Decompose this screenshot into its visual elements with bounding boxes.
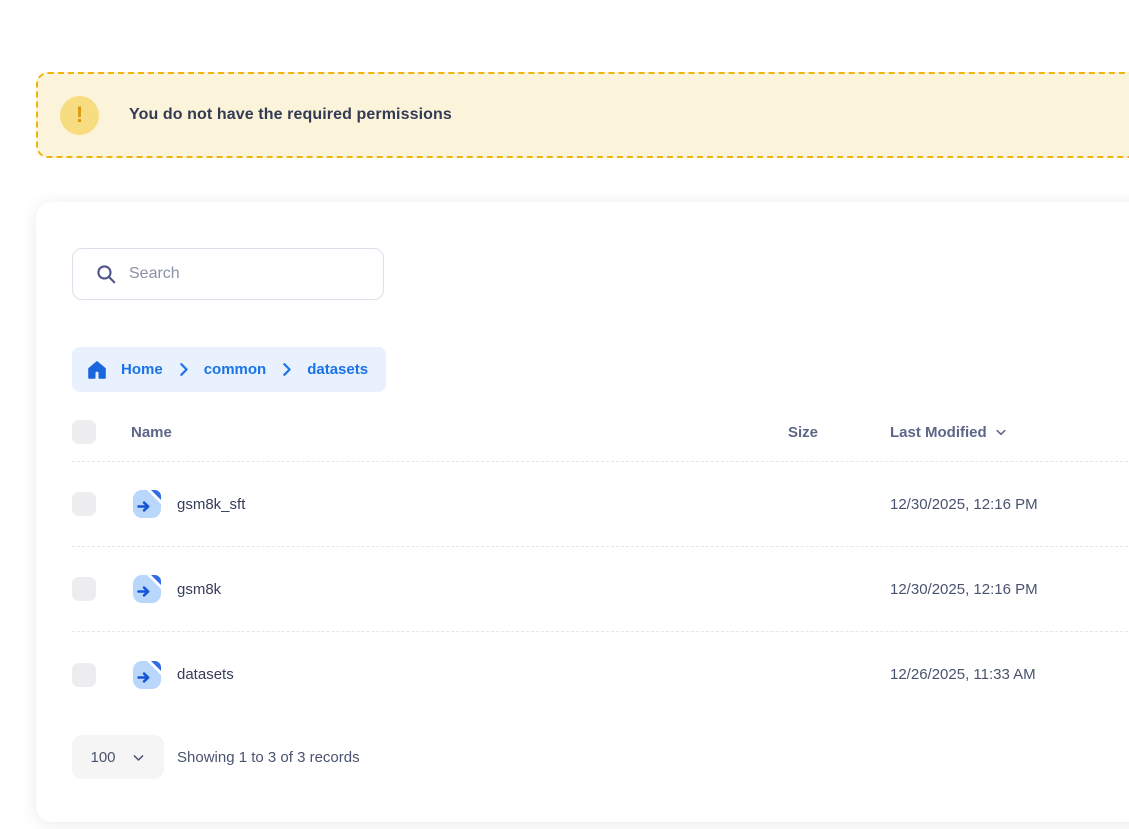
file-browser-card: Home common datasets Name Size Last Modi… [36,202,1129,822]
search-box[interactable] [72,248,384,300]
chevron-right-icon [279,362,294,377]
permission-warning-banner: ! You do not have the required permissio… [36,72,1129,158]
breadcrumb-item-datasets[interactable]: datasets [307,361,368,378]
search-input[interactable] [129,265,349,283]
pagination-bar: 100 Showing 1 to 3 of 3 records [72,735,1129,779]
breadcrumb-item-home[interactable]: Home [121,361,163,378]
column-header-size: Size [788,424,890,441]
records-summary: Showing 1 to 3 of 3 records [177,749,360,766]
page-size-value: 100 [90,749,115,766]
file-last-modified: 12/30/2025, 12:16 PM [890,496,1129,513]
column-header-last-modified[interactable]: Last Modified [890,424,1129,441]
file-name: gsm8k_sft [177,496,245,513]
row-checkbox[interactable] [72,663,96,687]
table-row[interactable]: gsm8k_sft 12/30/2025, 12:16 PM [72,462,1129,547]
file-last-modified: 12/30/2025, 12:16 PM [890,581,1129,598]
file-name: datasets [177,666,234,683]
table-row[interactable]: gsm8k 12/30/2025, 12:16 PM [72,547,1129,632]
row-checkbox[interactable] [72,492,96,516]
breadcrumb: Home common datasets [72,347,386,392]
warning-exclamation-icon: ! [60,96,99,135]
file-arrow-icon [131,488,163,520]
home-icon[interactable] [86,359,108,381]
page-size-select[interactable]: 100 [72,735,164,779]
file-last-modified: 12/26/2025, 11:33 AM [890,666,1129,683]
row-checkbox[interactable] [72,577,96,601]
table-row[interactable]: datasets 12/26/2025, 11:33 AM [72,632,1129,717]
file-table: Name Size Last Modified [72,403,1129,717]
search-icon [95,263,117,285]
warning-message: You do not have the required permissions [129,106,452,124]
chevron-right-icon [176,362,191,377]
select-all-checkbox[interactable] [72,420,96,444]
chevron-down-icon [994,425,1008,439]
file-arrow-icon [131,659,163,691]
breadcrumb-item-common[interactable]: common [204,361,267,378]
file-name: gsm8k [177,581,221,598]
column-header-name: Name [96,424,788,441]
column-header-last-modified-label: Last Modified [890,424,987,441]
table-header-row: Name Size Last Modified [72,403,1129,462]
file-arrow-icon [131,573,163,605]
chevron-down-icon [131,750,146,765]
